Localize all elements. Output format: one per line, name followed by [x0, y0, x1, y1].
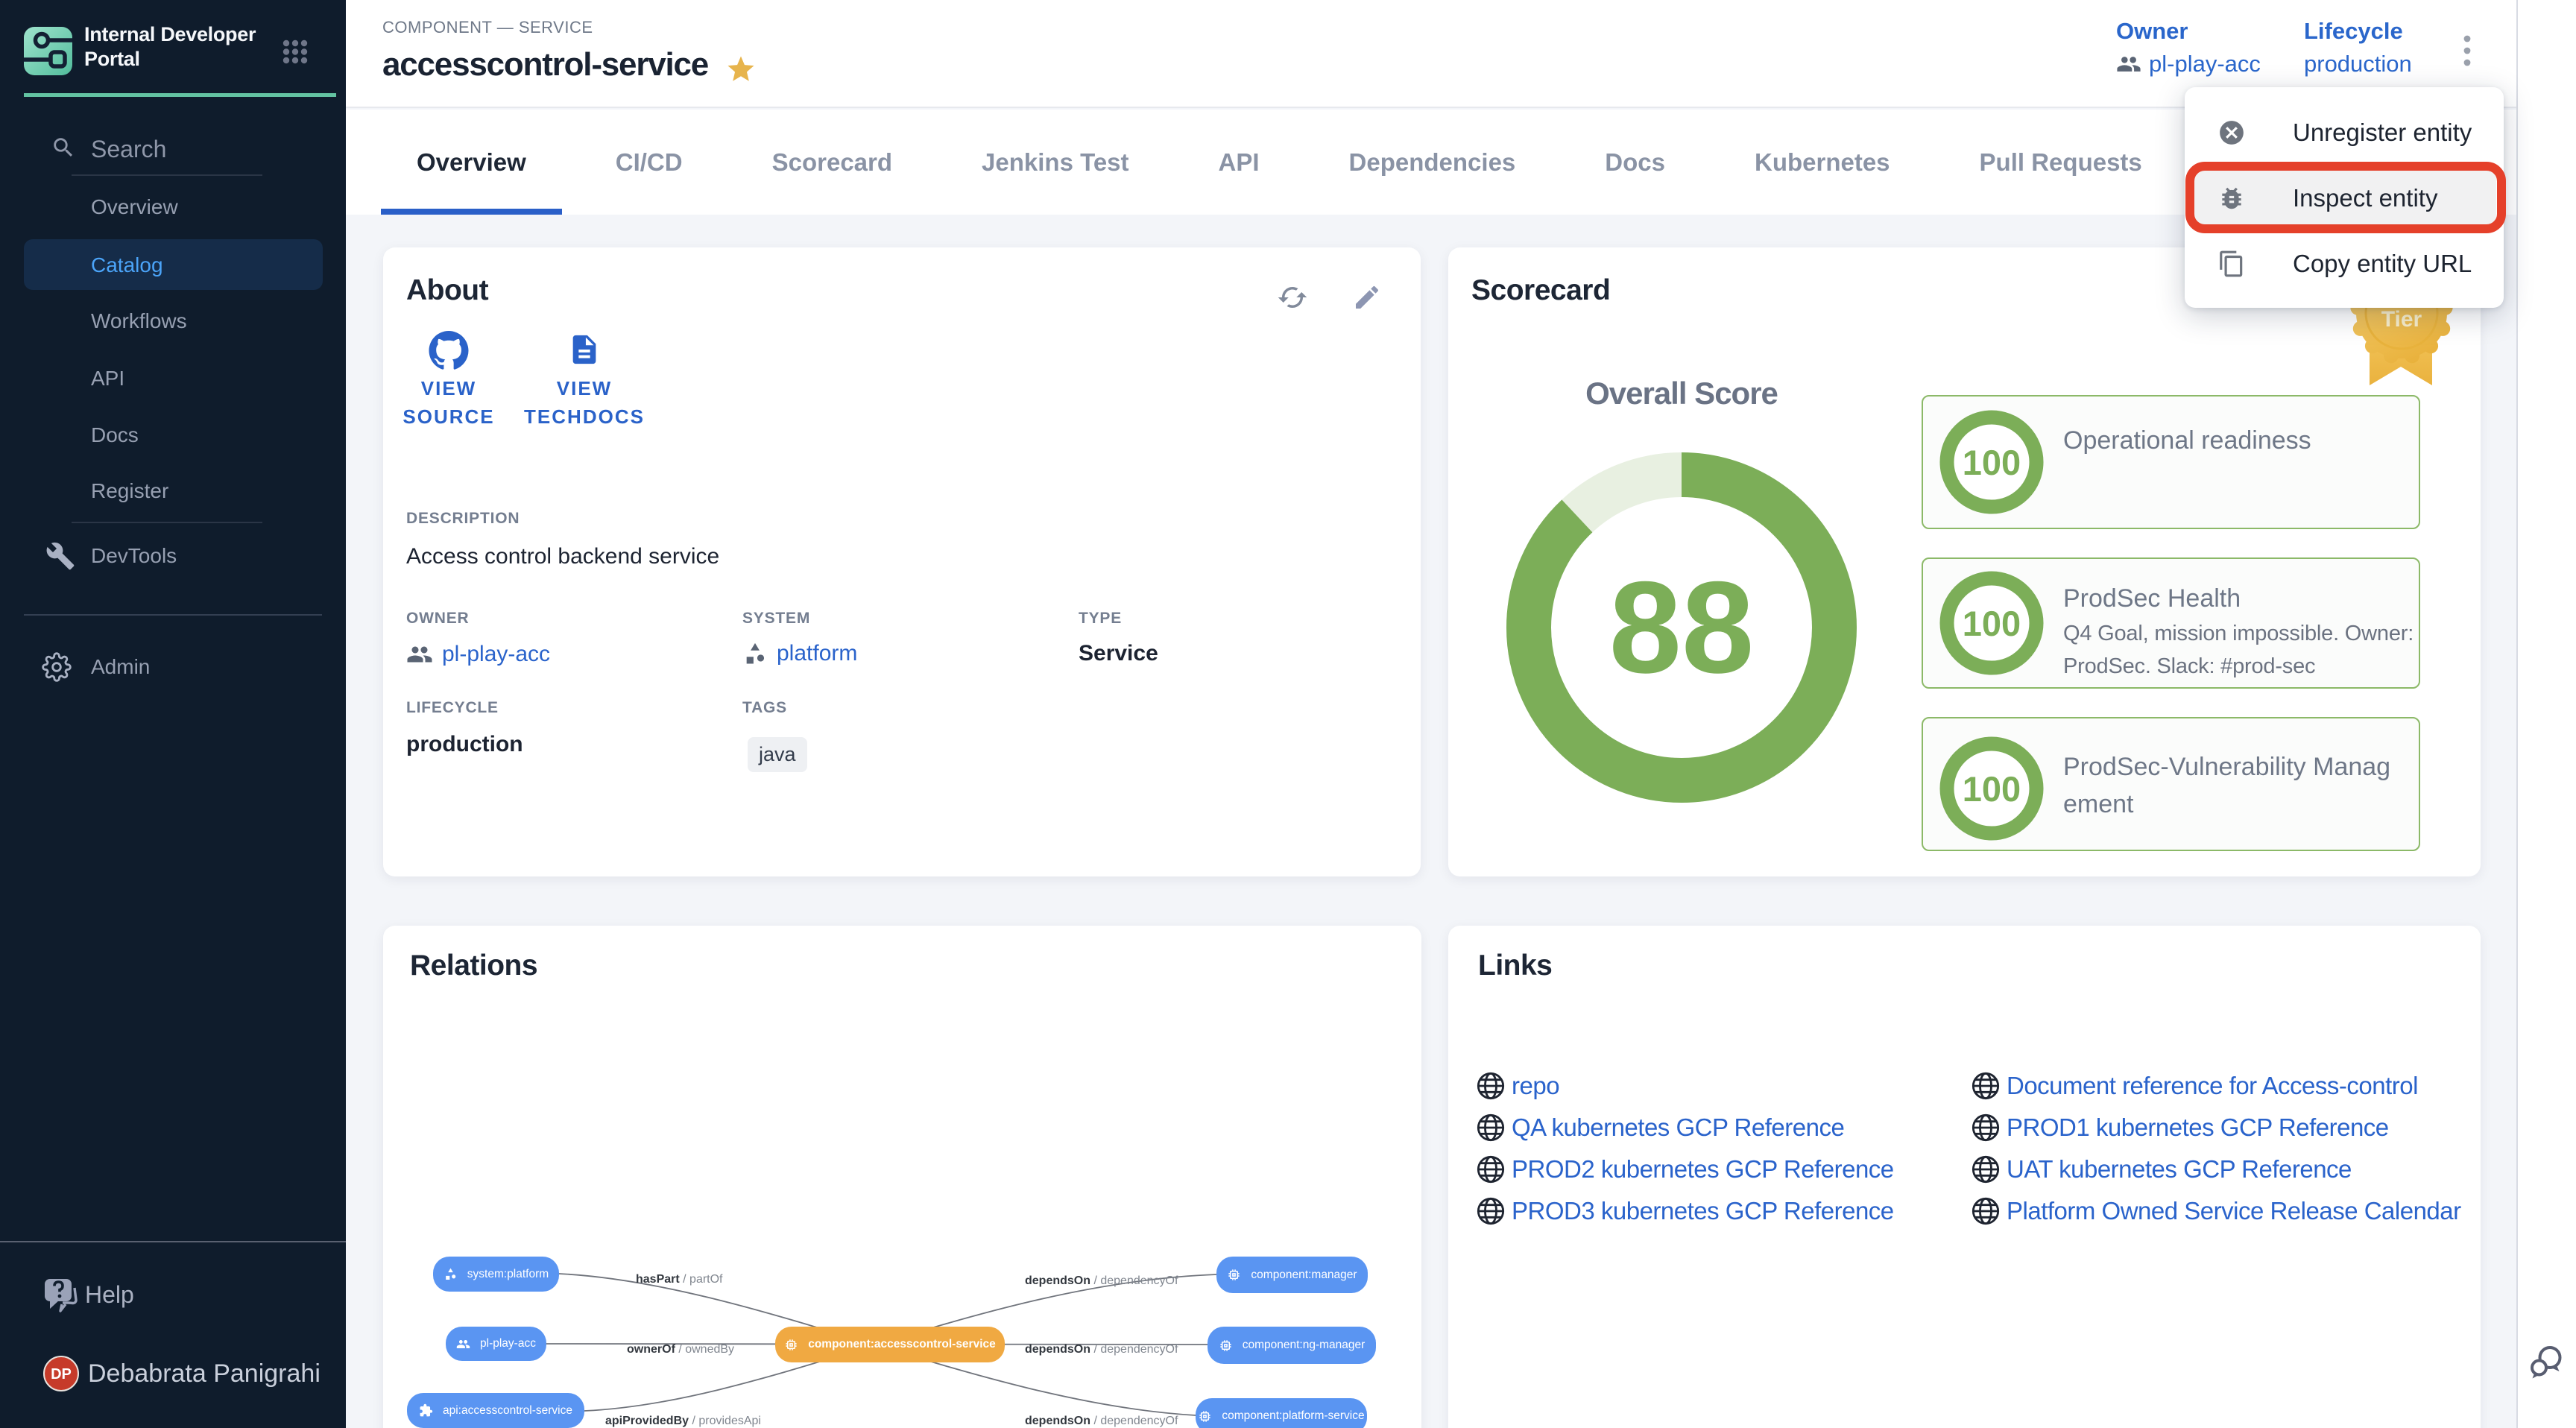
svg-text:100: 100	[1963, 769, 2021, 809]
svg-text:Tier: Tier	[2381, 307, 2422, 332]
svg-text:100: 100	[1963, 604, 2021, 643]
svg-text:88: 88	[1609, 555, 1755, 701]
svg-text:100: 100	[1963, 443, 2021, 482]
